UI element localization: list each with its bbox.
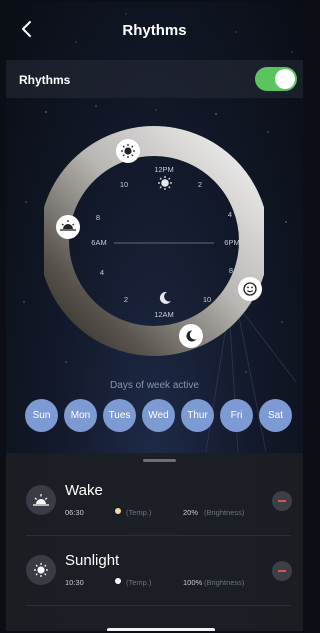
rhythms-toggle-switch[interactable]: [255, 67, 297, 91]
rhythms-screen: Rhythms Rhythms 12PM 12AM 6AM 6PM 10 2 8…: [6, 2, 303, 631]
clock-label-4-am: 4: [100, 268, 104, 277]
clock-label-10-pm: 10: [203, 295, 211, 304]
brightness-label: (Brightness): [204, 508, 245, 517]
temp-color-dot: [115, 578, 121, 584]
noon-sun-icon: [158, 176, 172, 190]
top-bar: Rhythms: [6, 2, 303, 58]
remove-wake-button[interactable]: [272, 491, 292, 511]
minus-icon: [278, 570, 286, 572]
clock-label-6pm: 6PM: [224, 238, 239, 247]
brightness-value: 100%: [183, 578, 203, 587]
remove-sunlight-button[interactable]: [272, 561, 292, 581]
sun-icon: [26, 555, 56, 585]
list-item-wake[interactable]: Wake 06:30 (Temp.) 20% (Brightness): [6, 471, 303, 541]
day-tues[interactable]: Tues: [103, 399, 136, 432]
clock-label-2: 2: [198, 180, 202, 189]
day-sat[interactable]: Sat: [259, 399, 292, 432]
days-active-label: Days of week active: [110, 380, 199, 391]
clock-label-4: 4: [228, 210, 232, 219]
day-fri[interactable]: Fri: [220, 399, 253, 432]
clock-label-12pm: 12PM: [154, 165, 174, 174]
minus-icon: [278, 500, 286, 502]
clock-label-2-am: 2: [124, 295, 128, 304]
rhythms-toggle-label: Rhythms: [19, 73, 71, 87]
item-name: Wake: [65, 482, 103, 499]
item-time: 06:30: [65, 508, 84, 517]
page-title: Rhythms: [122, 22, 187, 39]
day-mon[interactable]: Mon: [64, 399, 97, 432]
list-item-sunlight[interactable]: Sunlight 10:30 (Temp.) 100% (Brightness): [6, 541, 303, 611]
switch-knob: [275, 69, 295, 89]
clock-label-12am: 12AM: [154, 310, 174, 319]
temp-label: (Temp.): [126, 578, 152, 587]
rhythms-toggle-row: Rhythms: [6, 60, 303, 98]
sunrise-marker-icon[interactable]: [56, 215, 80, 239]
day-sun[interactable]: Sun: [25, 399, 58, 432]
midnight-moon-icon: [159, 291, 171, 304]
brightness-label: (Brightness): [204, 578, 245, 587]
moon-marker-icon[interactable]: [179, 324, 203, 348]
day-wed[interactable]: Wed: [142, 399, 175, 432]
home-indicator: [107, 628, 215, 631]
sunrise-icon: [26, 485, 56, 515]
sheet-drag-handle[interactable]: [143, 459, 176, 462]
clock-label-8-pm: 8: [229, 266, 233, 275]
day-selector: Sun Mon Tues Wed Thur Fri Sat: [25, 399, 293, 433]
item-name: Sunlight: [65, 552, 120, 569]
brightness-value: 20%: [183, 508, 199, 517]
divider: [26, 605, 291, 606]
rhythm-clock[interactable]: 12PM 12AM 6AM 6PM 10 2 8 4 4 8 2 10: [44, 124, 264, 358]
temp-color-dot: [115, 508, 121, 514]
clock-label-6am: 6AM: [91, 238, 106, 247]
temp-label: (Temp.): [126, 508, 152, 517]
smile-marker-icon[interactable]: [238, 277, 262, 301]
item-time: 10:30: [65, 578, 84, 587]
day-thur[interactable]: Thur: [181, 399, 214, 432]
rhythm-list-sheet: Wake 06:30 (Temp.) 20% (Brightness) Sunl…: [6, 453, 303, 631]
clock-label-8: 8: [96, 213, 100, 222]
sun-marker-icon[interactable]: [116, 139, 140, 163]
clock-label-10: 10: [120, 180, 128, 189]
divider: [26, 535, 291, 536]
